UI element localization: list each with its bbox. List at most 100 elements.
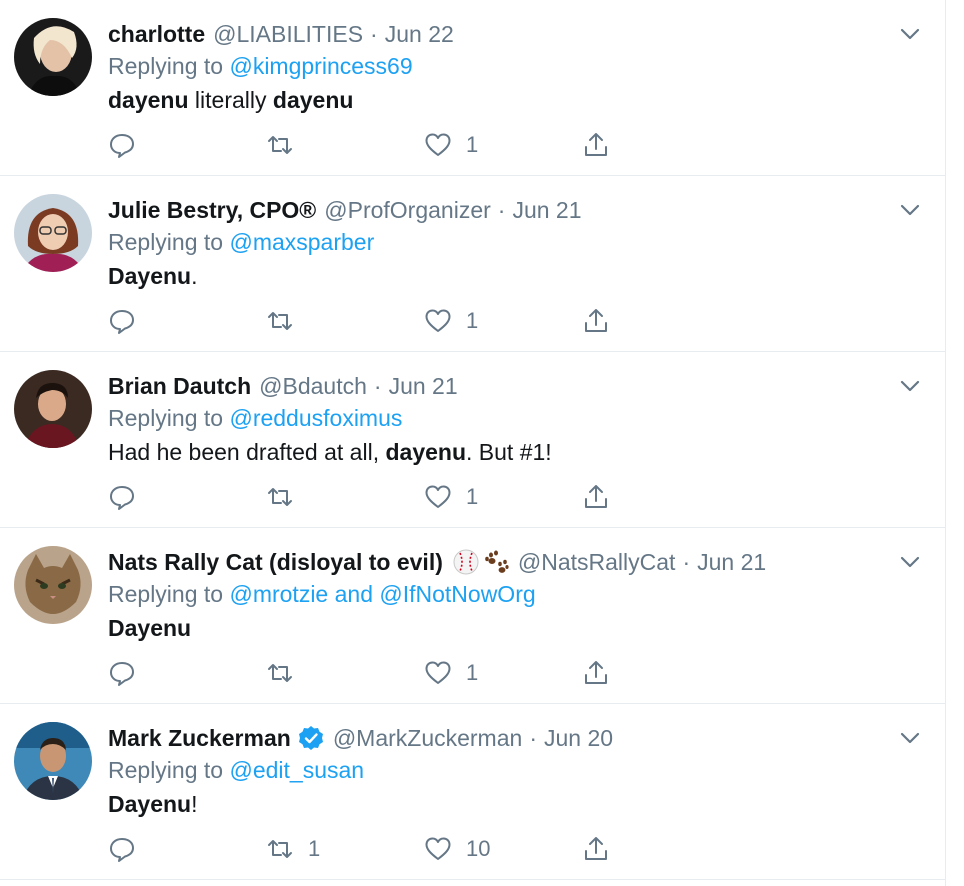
display-name[interactable]: Julie Bestry, CPO® bbox=[108, 194, 316, 226]
chevron-down-icon[interactable] bbox=[898, 726, 922, 750]
like-button[interactable]: 10 bbox=[424, 832, 490, 866]
reply-mention-link-2[interactable]: @IfNotNowOrg bbox=[379, 581, 535, 607]
handle[interactable]: @MarkZuckerman bbox=[333, 725, 523, 751]
share-button[interactable] bbox=[582, 656, 610, 690]
display-name[interactable]: Mark Zuckerman bbox=[108, 722, 291, 754]
display-name[interactable]: charlotte bbox=[108, 18, 205, 50]
text-segment: . bbox=[191, 263, 198, 289]
avatar[interactable] bbox=[14, 546, 92, 624]
tweet-text: Dayenu. bbox=[108, 260, 197, 292]
tweet-text: Dayenu bbox=[108, 612, 191, 644]
tweet-text: Dayenu! bbox=[108, 788, 197, 820]
tweet-actions: 1 bbox=[108, 656, 648, 690]
tweet-date[interactable]: Jun 22 bbox=[385, 21, 454, 47]
text-segment: literally bbox=[188, 87, 273, 113]
avatar[interactable] bbox=[14, 194, 92, 272]
share-upload-icon bbox=[585, 309, 607, 332]
tweet[interactable]: Nats Rally Cat (disloyal to evil) @NatsR… bbox=[0, 528, 946, 704]
tweet-meta: @LIABILITIES · Jun 22 bbox=[213, 21, 454, 47]
handle[interactable]: @LIABILITIES bbox=[213, 21, 363, 47]
tweet-meta: @NatsRallyCat · Jun 21 bbox=[517, 549, 767, 575]
handle[interactable]: @Bdautch bbox=[259, 373, 367, 399]
text-segment: Had he been drafted at all, bbox=[108, 439, 386, 465]
share-button[interactable] bbox=[582, 304, 610, 338]
tweet[interactable]: Julie Bestry, CPO® @ProfOrganizer · Jun 21… bbox=[0, 176, 946, 352]
reply-bubble-icon bbox=[110, 662, 134, 686]
tweet[interactable]: Brian Dautch @Bdautch · Jun 21 Replying to… bbox=[0, 352, 946, 528]
like-button[interactable]: 1 bbox=[424, 656, 478, 690]
retweet-icon bbox=[268, 312, 292, 330]
retweet-button[interactable]: 1 bbox=[266, 832, 320, 866]
reply-mention-link[interactable]: @maxsparber bbox=[229, 229, 374, 255]
chevron-down-icon[interactable] bbox=[898, 374, 922, 398]
reply-button[interactable] bbox=[108, 304, 150, 338]
heart-icon bbox=[425, 837, 451, 860]
heart-icon bbox=[425, 485, 451, 508]
text-segment: Dayenu bbox=[108, 615, 192, 641]
baseball-icon bbox=[453, 549, 479, 575]
like-button[interactable]: 1 bbox=[424, 304, 478, 338]
share-button[interactable] bbox=[582, 128, 610, 162]
replying-prefix: Replying to bbox=[108, 581, 224, 607]
handle[interactable]: @ProfOrganizer bbox=[324, 197, 491, 223]
text-segment: Dayenu bbox=[108, 263, 192, 289]
tweet-meta: @Bdautch · Jun 21 bbox=[259, 373, 458, 399]
reply-mention-link[interactable]: @reddusfoximus bbox=[229, 405, 402, 431]
retweet-button[interactable] bbox=[266, 656, 308, 690]
like-button[interactable]: 1 bbox=[424, 480, 478, 514]
retweet-button[interactable] bbox=[266, 480, 308, 514]
chevron-down-icon[interactable] bbox=[898, 198, 922, 222]
text-segment: ! bbox=[191, 791, 198, 817]
avatar[interactable] bbox=[14, 18, 92, 96]
tweet-meta: @MarkZuckerman · Jun 20 bbox=[332, 725, 614, 751]
avatar[interactable] bbox=[14, 722, 92, 800]
replying-prefix: Replying to bbox=[108, 53, 224, 79]
share-upload-icon bbox=[585, 837, 607, 860]
reply-mention-link[interactable]: @edit_susan bbox=[229, 757, 364, 783]
reply-button[interactable] bbox=[108, 656, 150, 690]
reply-button[interactable] bbox=[108, 480, 150, 514]
text-segment: dayenu bbox=[108, 87, 189, 113]
retweet-icon bbox=[268, 488, 292, 506]
tweet[interactable]: charlotte @LIABILITIES · Jun 22 Replying t… bbox=[0, 0, 946, 176]
reply-mention-join[interactable]: and bbox=[335, 581, 373, 607]
tweet-date[interactable]: Jun 21 bbox=[697, 549, 766, 575]
tweet-meta: @ProfOrganizer · Jun 21 bbox=[324, 197, 582, 223]
chevron-down-icon[interactable] bbox=[898, 22, 922, 46]
reply-button[interactable] bbox=[108, 832, 150, 866]
like-count: 1 bbox=[466, 132, 479, 157]
share-button[interactable] bbox=[582, 480, 610, 514]
tweet-date[interactable]: Jun 21 bbox=[389, 373, 458, 399]
retweet-button[interactable] bbox=[266, 304, 308, 338]
retweet-count: 1 bbox=[308, 836, 321, 861]
handle[interactable]: @NatsRallyCat bbox=[518, 549, 676, 575]
display-name[interactable]: Nats Rally Cat (disloyal to evil) bbox=[108, 546, 443, 578]
reply-mention-link[interactable]: @kimgprincess69 bbox=[229, 53, 412, 79]
display-name[interactable]: Brian Dautch bbox=[108, 370, 251, 402]
reply-bubble-icon bbox=[110, 134, 134, 158]
like-count: 1 bbox=[466, 484, 479, 509]
reply-mention-link[interactable]: @mrotzie bbox=[229, 581, 328, 607]
retweet-icon bbox=[268, 664, 292, 682]
replying-to: Replying to @edit_susan bbox=[108, 754, 364, 786]
share-upload-icon bbox=[585, 133, 607, 156]
tweet[interactable]: Mark Zuckerman @MarkZuckerman · Jun 20 Rep… bbox=[0, 704, 946, 880]
reply-button[interactable] bbox=[108, 128, 150, 162]
retweet-icon bbox=[268, 136, 292, 154]
retweet-button[interactable] bbox=[266, 128, 308, 162]
tweet-date[interactable]: Jun 20 bbox=[544, 725, 613, 751]
verified-badge-icon bbox=[297, 724, 325, 752]
tweet-timeline: charlotte @LIABILITIES · Jun 22 Replying t… bbox=[0, 0, 946, 886]
text-segment: Dayenu bbox=[108, 791, 192, 817]
avatar[interactable] bbox=[14, 370, 92, 448]
like-button[interactable]: 1 bbox=[424, 128, 478, 162]
reply-bubble-icon bbox=[110, 838, 134, 862]
tweet-actions: 1 bbox=[108, 128, 648, 162]
retweet-icon bbox=[268, 840, 292, 858]
name-emoji bbox=[452, 548, 510, 576]
replying-prefix: Replying to bbox=[108, 405, 224, 431]
heart-icon bbox=[425, 133, 451, 156]
chevron-down-icon[interactable] bbox=[898, 550, 922, 574]
tweet-date[interactable]: Jun 21 bbox=[512, 197, 581, 223]
share-button[interactable] bbox=[582, 832, 610, 866]
